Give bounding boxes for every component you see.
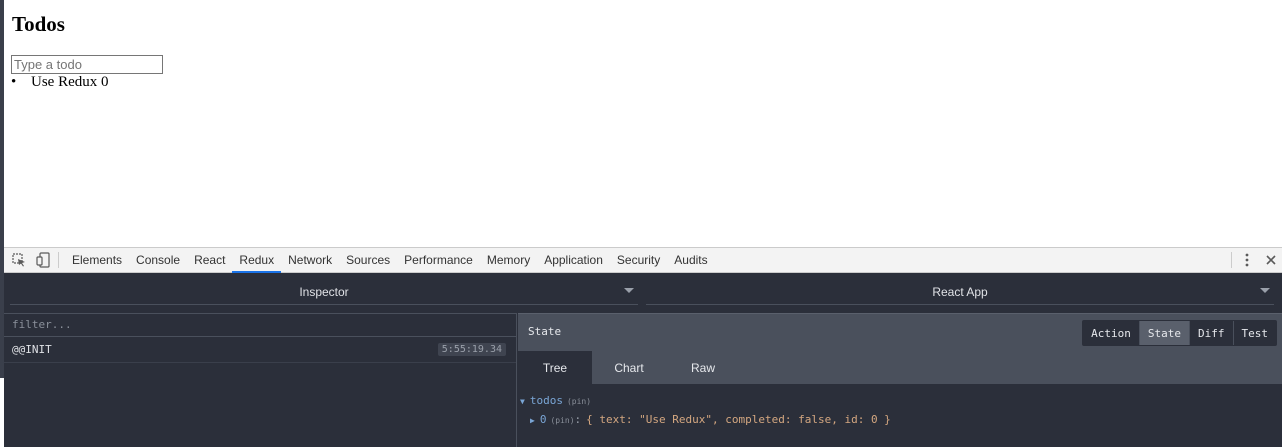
tab-elements[interactable]: Elements bbox=[65, 248, 129, 272]
tab-chart[interactable]: Chart bbox=[592, 351, 666, 384]
redux-devtools-panel: Inspector React App filter... @@INIT 5:5… bbox=[4, 273, 1282, 447]
monitor-selector-row: Inspector React App bbox=[4, 273, 1282, 313]
mode-diff-button[interactable]: Diff bbox=[1190, 321, 1234, 345]
mode-action-button[interactable]: Action bbox=[1083, 321, 1140, 345]
toolbar-divider bbox=[58, 252, 59, 268]
chevron-down-icon bbox=[624, 288, 634, 293]
tab-network[interactable]: Network bbox=[281, 248, 339, 272]
close-icon[interactable] bbox=[1262, 251, 1280, 269]
inspector-header: State Action State Diff Test bbox=[518, 313, 1282, 351]
action-list-pane: filter... @@INIT 5:55:19.34 bbox=[4, 313, 517, 447]
tree-value: { text: "Use Redux", completed: false, i… bbox=[586, 413, 891, 426]
todo-item-text: Use Redux 0 bbox=[31, 74, 109, 90]
collapsed-triangle-icon[interactable]: ▶ bbox=[530, 416, 535, 425]
action-list-item[interactable]: @@INIT 5:55:19.34 bbox=[4, 337, 516, 363]
action-filter-input[interactable]: filter... bbox=[4, 313, 516, 337]
tab-raw[interactable]: Raw bbox=[666, 351, 740, 384]
devtools-toolbar: Elements Console React Redux Network Sou… bbox=[4, 247, 1282, 273]
tree-key: 0 bbox=[539, 413, 547, 426]
monitor-select-value: Inspector bbox=[299, 284, 349, 299]
tab-performance[interactable]: Performance bbox=[397, 248, 480, 272]
app-page: Todos • Use Redux 0 bbox=[4, 0, 1282, 247]
todo-list: • Use Redux 0 bbox=[11, 73, 109, 91]
pin-link[interactable]: (pin) bbox=[567, 397, 591, 406]
monitor-select[interactable]: Inspector bbox=[10, 279, 638, 305]
tab-console[interactable]: Console bbox=[129, 248, 187, 272]
tab-audits[interactable]: Audits bbox=[667, 248, 714, 272]
inspect-element-icon[interactable] bbox=[10, 251, 28, 269]
action-name: @@INIT bbox=[12, 343, 52, 356]
mode-state-button[interactable]: State bbox=[1139, 321, 1190, 345]
tree-key: todos bbox=[529, 394, 563, 407]
tab-security[interactable]: Security bbox=[610, 248, 667, 272]
todo-input[interactable] bbox=[11, 55, 163, 74]
device-toolbar-icon[interactable] bbox=[34, 251, 52, 269]
tree-node-todos[interactable]: ▼ todos (pin) bbox=[520, 394, 591, 407]
action-timestamp: 5:55:19.34 bbox=[437, 343, 506, 356]
toolbar-divider bbox=[1231, 252, 1232, 268]
toolbar-right bbox=[1225, 248, 1282, 272]
inspector-pane: State Action State Diff Test Tree Chart … bbox=[518, 313, 1282, 447]
inspector-mode-group: Action State Diff Test bbox=[1082, 320, 1277, 346]
mode-test-button[interactable]: Test bbox=[1233, 321, 1276, 345]
bullet-icon: • bbox=[11, 74, 17, 90]
tab-sources[interactable]: Sources bbox=[339, 248, 397, 272]
view-tabs: Tree Chart Raw bbox=[518, 351, 1282, 384]
chevron-down-icon bbox=[1260, 288, 1270, 293]
page-title: Todos bbox=[12, 12, 65, 36]
tab-application[interactable]: Application bbox=[537, 248, 610, 272]
tree-colon: : bbox=[574, 413, 582, 426]
tree-node-item[interactable]: ▶ 0 (pin) : { text: "Use Redux", complet… bbox=[530, 413, 891, 426]
more-options-icon[interactable] bbox=[1238, 251, 1256, 269]
tab-react[interactable]: React bbox=[187, 248, 232, 272]
instance-select[interactable]: React App bbox=[646, 279, 1274, 305]
state-tree: ▼ todos (pin) ▶ 0 (pin) : { text: "Use R… bbox=[518, 384, 1282, 447]
todo-item[interactable]: • Use Redux 0 bbox=[11, 73, 109, 91]
pin-link[interactable]: (pin) bbox=[550, 416, 574, 425]
inspector-title: State bbox=[528, 325, 562, 338]
tab-memory[interactable]: Memory bbox=[480, 248, 537, 272]
tab-redux[interactable]: Redux bbox=[232, 248, 281, 273]
expanded-triangle-icon[interactable]: ▼ bbox=[520, 397, 525, 406]
instance-select-value: React App bbox=[932, 284, 988, 299]
tab-tree[interactable]: Tree bbox=[518, 351, 592, 384]
